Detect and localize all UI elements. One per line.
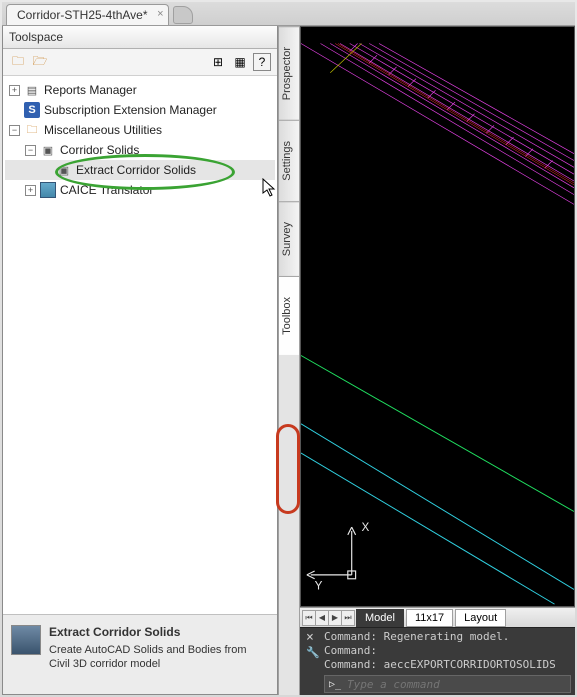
svg-text:X: X (361, 521, 369, 534)
nav-prev-icon[interactable]: ◀ (315, 610, 329, 626)
expander-icon[interactable]: + (9, 85, 20, 96)
footer-title: Extract Corridor Solids (49, 625, 269, 641)
tree-node-extract[interactable]: ▣ Extract Corridor Solids (5, 160, 275, 180)
layout-tabs-bar: ⏮ ◀ ▶ ⏭ Model 11x17 Layout (300, 607, 575, 627)
help-icon[interactable]: ? (253, 53, 271, 71)
folder-icon[interactable]: 🗀 (9, 53, 27, 71)
cad-drawing: X Y (301, 27, 574, 606)
nav-last-icon[interactable]: ⏭ (341, 610, 355, 626)
model-viewport[interactable]: X Y (300, 26, 575, 607)
tree-label: Subscription Extension Manager (44, 103, 217, 117)
tree-node-caice[interactable]: + CAICE Translator (5, 180, 275, 200)
document-tab[interactable]: Corridor-STH25-4thAve* × (6, 4, 169, 25)
command-input-row[interactable]: ▷_ (324, 675, 571, 693)
toolspace-tree: + ▤ Reports Manager S Subscription Exten… (3, 76, 277, 614)
close-icon[interactable]: × (306, 630, 314, 645)
folder-open-icon[interactable]: 🗁 (31, 53, 49, 71)
tab-survey[interactable]: Survey (279, 201, 299, 276)
tree-node-reports[interactable]: + ▤ Reports Manager (5, 80, 275, 100)
footer-desc: Create AutoCAD Solids and Bodies from Ci… (49, 644, 247, 670)
s-icon: S (24, 102, 40, 118)
cube-icon: ▣ (40, 142, 56, 158)
expander-icon[interactable]: + (25, 185, 36, 196)
tree-label: Extract Corridor Solids (76, 163, 196, 177)
extract-solids-icon (11, 625, 41, 655)
prompt-icon: ▷_ (329, 679, 341, 690)
command-input[interactable] (347, 678, 566, 691)
vertical-tabs: Prospector Settings Survey Toolbox (278, 26, 300, 695)
tree-label: Miscellaneous Utilities (44, 123, 162, 137)
close-tab-icon[interactable]: × (157, 8, 163, 20)
expander-icon[interactable]: − (25, 145, 36, 156)
command-history-line: Command: Regenerating model. (324, 630, 571, 644)
new-tab-button[interactable] (173, 6, 193, 24)
tab-prospector[interactable]: Prospector (279, 26, 299, 120)
tree-node-misc[interactable]: − 🗀 Miscellaneous Utilities (5, 120, 275, 140)
command-line-area: × 🔧 Command: Regenerating model. Command… (300, 627, 575, 695)
toolspace-description: Extract Corridor Solids Create AutoCAD S… (3, 614, 277, 694)
tab-toolbox[interactable]: Toolbox (279, 276, 299, 355)
tree-node-subscription[interactable]: S Subscription Extension Manager (5, 100, 275, 120)
svg-text:Y: Y (315, 579, 323, 592)
caice-icon (40, 182, 56, 198)
nav-first-icon[interactable]: ⏮ (302, 610, 316, 626)
grid-view-icon[interactable]: ▦ (231, 53, 249, 71)
layout-tab-model[interactable]: Model (356, 609, 404, 627)
wrench-icon[interactable]: 🔧 (306, 646, 320, 659)
command-history-line: Command: aeccEXPORTCORRIDORTOSOLIDS (324, 658, 571, 672)
document-tab-title: Corridor-STH25-4thAve* (17, 8, 148, 22)
tree-label: CAICE Translator (60, 183, 153, 197)
tree-node-corridor-solids[interactable]: − ▣ Corridor Solids (5, 140, 275, 160)
tab-settings[interactable]: Settings (279, 120, 299, 201)
report-icon: ▤ (24, 82, 40, 98)
layout-tab-layout[interactable]: Layout (455, 609, 506, 627)
command-history-line: Command: (324, 644, 571, 658)
expander-icon[interactable]: − (9, 125, 20, 136)
toolspace-panel: Toolspace 🗀 🗁 ⊞ ▦ ? + ▤ Reports Manager (2, 26, 278, 695)
layout-tab-11x17[interactable]: 11x17 (406, 609, 453, 627)
tree-label: Corridor Solids (60, 143, 139, 157)
toolspace-toolbar: 🗀 🗁 ⊞ ▦ ? (3, 49, 277, 76)
toolspace-title: Toolspace (3, 26, 277, 49)
nav-next-icon[interactable]: ▶ (328, 610, 342, 626)
document-tab-bar: Corridor-STH25-4thAve* × (2, 2, 575, 26)
toolbox-folder-icon: 🗀 (24, 122, 40, 138)
tree-label: Reports Manager (44, 83, 137, 97)
extract-icon: ▣ (56, 162, 72, 178)
tree-view-icon[interactable]: ⊞ (209, 53, 227, 71)
